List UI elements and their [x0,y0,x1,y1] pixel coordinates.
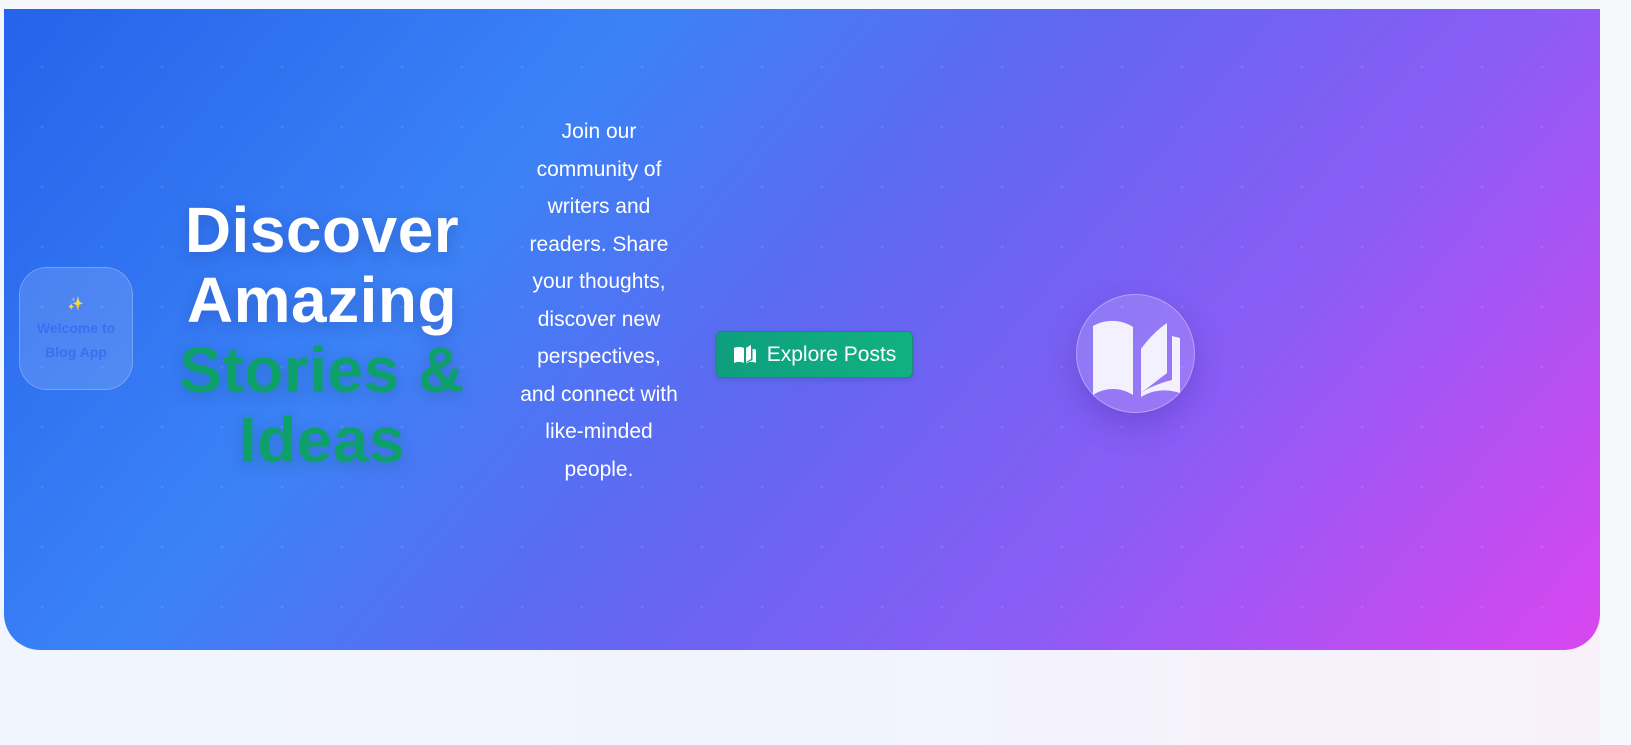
explore-posts-label: Explore Posts [766,342,897,366]
book-illustration [1076,294,1195,413]
sparkles-icon: ✨ [67,296,85,312]
hero-description: Join our community of writers and reader… [520,120,678,481]
hero-section: ✨ Welcome to Blog App Discover Amazing S… [4,9,1600,650]
scrollbar-track[interactable] [1600,0,1631,745]
headline-line-ideas: Ideas [238,404,406,476]
headline-line-discover: Discover [184,194,460,266]
hero-headline: Discover Amazing Stories & Ideas [172,195,472,475]
headline-line-amazing: Amazing [186,264,458,336]
headline-line-stories: Stories & [179,334,465,406]
welcome-badge-text: Welcome to Blog App [36,319,116,360]
top-strip [0,0,1600,9]
book-open-icon [733,344,757,365]
open-book-icon [1092,320,1180,397]
welcome-badge: ✨ Welcome to Blog App [19,267,133,390]
explore-posts-button[interactable]: Explore Posts [716,331,913,378]
